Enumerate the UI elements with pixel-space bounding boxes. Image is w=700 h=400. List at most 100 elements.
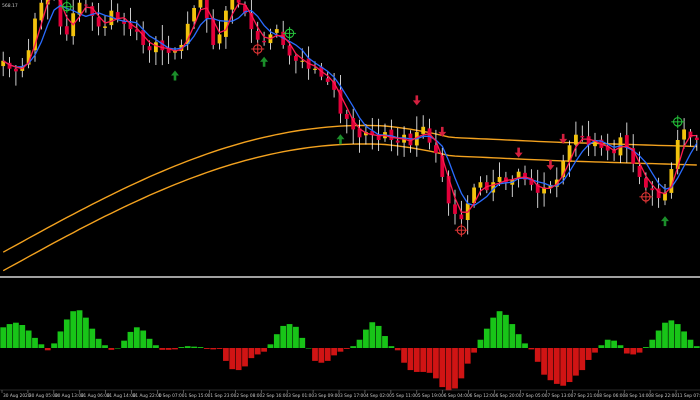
time-axis-label: 1 Sep 07:00 [159, 393, 185, 399]
hist-bar-negative [452, 348, 458, 389]
candle-body [644, 178, 648, 188]
time-axis-label: 2 Sep 16:00 [262, 393, 288, 399]
hist-bar-negative [433, 348, 439, 379]
hist-bar-negative [248, 348, 255, 359]
candle-body [389, 129, 394, 140]
candle-body [103, 26, 107, 28]
hist-bar-negative [553, 348, 560, 384]
time-axis-label: 30 Aug 13:00 [55, 393, 84, 399]
hist-bar-positive [363, 329, 369, 348]
candle-body [147, 46, 152, 51]
hist-bar-positive [6, 324, 13, 348]
time-axis-label: 1 Sep 23:00 [210, 393, 236, 399]
hist-bar-positive [127, 331, 134, 348]
hist-bar-negative [312, 348, 318, 361]
time-axis-label: 7 Sep 13:00 [547, 393, 573, 399]
candle-body [224, 10, 228, 37]
hist-bar-positive [681, 331, 687, 348]
hist-bar-positive [83, 317, 89, 348]
hist-bar-positive [604, 339, 611, 348]
candle-body [255, 30, 260, 40]
candle-body [192, 8, 196, 22]
candle-body [84, 4, 88, 6]
candle-body [453, 204, 457, 214]
hist-bar-positive [496, 311, 503, 348]
hist-bar-negative [394, 348, 401, 351]
candle-body [262, 40, 266, 43]
price-fragment-label: 568.17 [2, 3, 18, 9]
hist-bar-negative [528, 348, 535, 350]
hist-bar-positive [503, 314, 509, 348]
time-axis-label: 6 Sep 12:00 [470, 393, 496, 399]
candle-body [574, 134, 578, 145]
trading-chart-window[interactable]: 30 Aug 2020 30 Aug 05:00 30 Aug 13:00 31 Au… [0, 0, 700, 400]
hist-bar-positive [267, 344, 274, 348]
candle-body [580, 135, 585, 138]
candle-body [344, 114, 349, 119]
hist-bar-negative [439, 348, 446, 388]
hist-bar-positive [382, 336, 388, 348]
hist-bar-negative [203, 348, 210, 349]
time-axis-label: 30 Aug 05:00 [29, 393, 58, 399]
hist-bar-negative [420, 348, 427, 372]
hist-bar-positive [280, 325, 287, 348]
time-axis-label: 31 Aug 14:00 [107, 393, 136, 399]
chart-canvas[interactable]: 30 Aug 202030 Aug 05:0030 Aug 13:0031 Au… [0, 0, 700, 400]
hist-bar-positive [153, 345, 159, 348]
hist-bar-negative [172, 348, 178, 350]
hist-bar-positive [356, 339, 363, 348]
candle-body [434, 145, 438, 154]
hist-bar-positive [611, 340, 617, 348]
hist-bar-positive [375, 325, 382, 348]
hist-bar-positive [687, 339, 694, 348]
hist-bar-negative [464, 348, 471, 364]
hist-bar-negative [254, 348, 261, 355]
hist-bar-positive [598, 345, 605, 348]
hist-bar-negative [458, 348, 465, 379]
hist-bar-negative [534, 348, 541, 362]
hist-bar-positive [477, 339, 484, 348]
candle-body [96, 17, 101, 27]
hist-bar-negative [413, 348, 420, 372]
hist-bar-positive [133, 327, 140, 348]
hist-bar-negative [229, 348, 236, 370]
hist-bar-negative [235, 348, 242, 371]
hist-bar-negative [407, 348, 414, 371]
time-axis-label: 6 Sep 20:00 [496, 393, 522, 399]
hist-bar-positive [19, 325, 26, 348]
time-axis-label: 31 Aug 22:00 [133, 393, 162, 399]
hist-bar-negative [165, 348, 172, 350]
hist-bar-negative [592, 348, 598, 353]
hist-bar-negative [337, 348, 344, 352]
time-axis-label: 31 Aug 06:00 [81, 393, 110, 399]
hist-bar-positive [273, 334, 280, 348]
hist-bar-positive [57, 331, 64, 348]
hist-bar-positive [95, 338, 102, 348]
hist-bar-negative [566, 348, 573, 383]
hist-bar-negative [216, 348, 223, 349]
candle-body [300, 60, 305, 62]
time-axis-label: 1 Sep 15:00 [184, 393, 210, 399]
hist-bar-positive [617, 345, 624, 348]
candle-body [115, 12, 120, 19]
candle-body [421, 126, 426, 134]
time-axis-label: 11 Sep 07:00 [677, 393, 700, 399]
hist-bar-positive [515, 334, 522, 348]
hist-bar-negative [426, 348, 433, 373]
hist-bar-negative [159, 348, 166, 350]
candle-body [14, 68, 18, 72]
candle-body [395, 140, 400, 143]
time-axis-label: 5 Sep 11:00 [392, 393, 418, 399]
hist-bar-positive [0, 327, 7, 348]
hist-bar-negative [636, 348, 643, 353]
hist-bar-negative [331, 348, 337, 356]
hist-bar-negative [630, 348, 637, 355]
hist-bar-positive [63, 319, 70, 348]
hist-bar-positive [350, 346, 357, 348]
hist-bar-negative [318, 348, 325, 363]
hist-bar-positive [299, 337, 306, 348]
time-axis-label: 3 Sep 01:00 [288, 393, 314, 399]
hist-bar-negative [223, 348, 229, 361]
candle-body [294, 55, 298, 61]
hist-bar-positive [197, 347, 204, 348]
